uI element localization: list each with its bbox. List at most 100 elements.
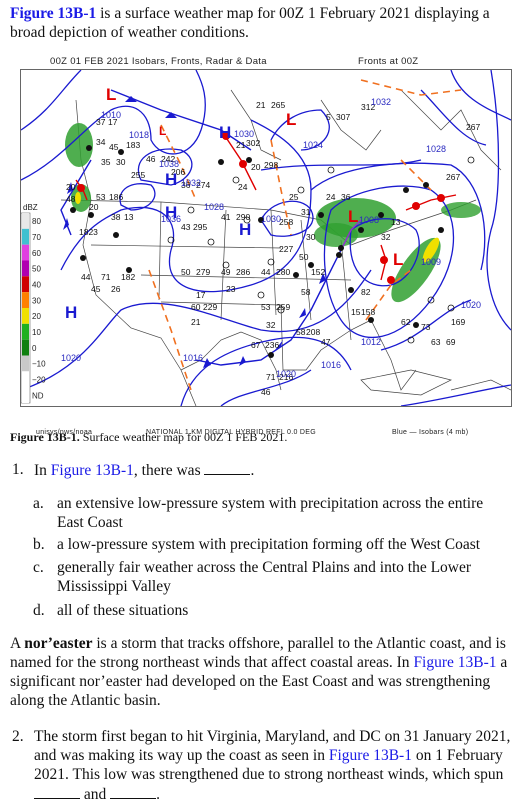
low-center-marker: L [106,85,116,104]
svg-text:31: 31 [301,207,311,217]
svg-text:24: 24 [326,192,336,202]
map-header-title: 00Z 01 FEB 2021 Isobars, Fronts, Radar &… [50,56,267,67]
svg-text:30: 30 [306,232,316,242]
svg-text:50: 50 [181,267,191,277]
legend-tick-label: ND [32,391,44,400]
map-header-fronts: Fronts at 00Z [358,56,419,67]
svg-text:302: 302 [246,138,260,148]
svg-text:35: 35 [101,157,111,167]
svg-text:13: 13 [124,212,134,222]
noreaster-term: nor’easter [24,635,93,652]
figure-link[interactable]: Figure 13B-1 [329,747,412,764]
svg-text:32: 32 [266,320,276,330]
svg-text:15: 15 [351,307,361,317]
svg-text:255: 255 [131,170,145,180]
svg-text:267: 267 [466,122,480,132]
low-center-marker: L [393,250,403,269]
legend-color-swatch [22,244,29,261]
legend-tick-label: 70 [32,233,41,242]
figure-link[interactable]: Figure 13B-1 [10,5,96,22]
isobar-label: 1028 [204,202,224,212]
svg-text:152: 152 [311,267,325,277]
legend-color-swatch [22,323,29,340]
figure-link[interactable]: Figure 13B-1 [51,462,134,479]
svg-text:21: 21 [191,317,201,327]
svg-text:229: 229 [203,302,217,312]
isobar-label: 1038 [159,159,179,169]
figure-link[interactable]: Figure 13B-1 [413,654,496,671]
svg-text:82: 82 [361,287,371,297]
option-text: generally fair weather across the Centra… [57,559,472,595]
svg-text:41: 41 [221,212,231,222]
legend-tick-label: 30 [32,296,41,305]
low-center-marker: L [159,124,166,138]
low-center-marker: L [348,207,358,226]
svg-text:183: 183 [126,140,140,150]
option-letter: a. [33,495,44,512]
high-center-marker: H [65,303,77,322]
trough-hudson [360,79,462,96]
svg-text:34: 34 [96,137,106,147]
svg-text:280: 280 [276,267,290,277]
svg-text:30: 30 [116,157,126,167]
isobar-label: 1009 [421,257,441,267]
svg-text:49: 49 [221,267,231,277]
high-center-marker: H [219,123,231,142]
svg-text:25: 25 [289,192,299,202]
option-text: an extensive low-pressure system with pr… [57,495,484,531]
svg-text:24: 24 [238,182,248,192]
isobar-label: 1028 [426,144,446,154]
svg-text:17: 17 [196,290,206,300]
svg-text:182: 182 [121,272,135,282]
legend-color-swatch [22,308,29,324]
answer-blank[interactable] [204,460,251,475]
svg-text:21: 21 [256,100,266,110]
intro-paragraph: Figure 13B-1 is a surface weather map fo… [10,4,510,42]
legend-color-swatch [22,260,29,277]
svg-text:258: 258 [279,217,293,227]
isobar-label: 1030 [261,214,281,224]
legend-tick-label: 80 [32,217,41,226]
answer-blank[interactable] [110,784,157,799]
svg-text:43: 43 [181,222,191,232]
dbz-legend: dBZ 80 70 60 50 40 30 20 10 0 −10 −20 ND [21,203,46,404]
svg-text:21: 21 [236,140,246,150]
legend-color-swatch [22,355,29,372]
svg-text:227: 227 [279,244,293,254]
question-1-stem: In Figure 13B-1, there was . [34,460,255,479]
legend-color-swatch [22,276,29,293]
radar-core-oregon [75,192,81,204]
svg-text:32: 32 [381,232,391,242]
svg-text:298: 298 [264,160,278,170]
svg-text:44: 44 [81,272,91,282]
svg-text:286: 286 [236,267,250,277]
isobar-label: 1032 [181,178,201,188]
noreaster-paragraph: A nor’easter is a storm that tracks offs… [10,635,508,709]
svg-text:46: 46 [261,387,271,397]
legend-color-swatch [22,228,29,245]
legend-tick-label: 10 [32,328,41,337]
legend-tick-label: 20 [32,312,41,321]
isobar-label: 1016 [183,353,203,363]
svg-text:48: 48 [66,194,76,204]
answer-blank[interactable] [34,784,80,799]
isobar-label: 1020 [276,369,296,379]
isobar-label: 1010 [101,110,121,120]
radar-echo-new-england [441,202,481,218]
caption-text: Surface weather map for 00Z 1 FEB 2021. [79,430,288,444]
svg-text:158: 158 [361,307,375,317]
isobar-label: 1024 [303,140,323,150]
legend-color-swatch [22,213,29,229]
svg-text:1823: 1823 [79,227,98,237]
option-letter: c. [33,559,44,576]
legend-tick-label: 50 [32,265,41,274]
svg-text:53: 53 [261,302,271,312]
caption-label: Figure 13B-1. [10,430,80,444]
svg-text:208: 208 [306,327,320,337]
question-number: 1. [12,461,24,478]
legend-color-swatch [22,292,29,308]
svg-text:45: 45 [91,284,101,294]
svg-text:50: 50 [299,252,309,262]
svg-text:71: 71 [101,272,111,282]
question-number: 2. [12,728,24,745]
